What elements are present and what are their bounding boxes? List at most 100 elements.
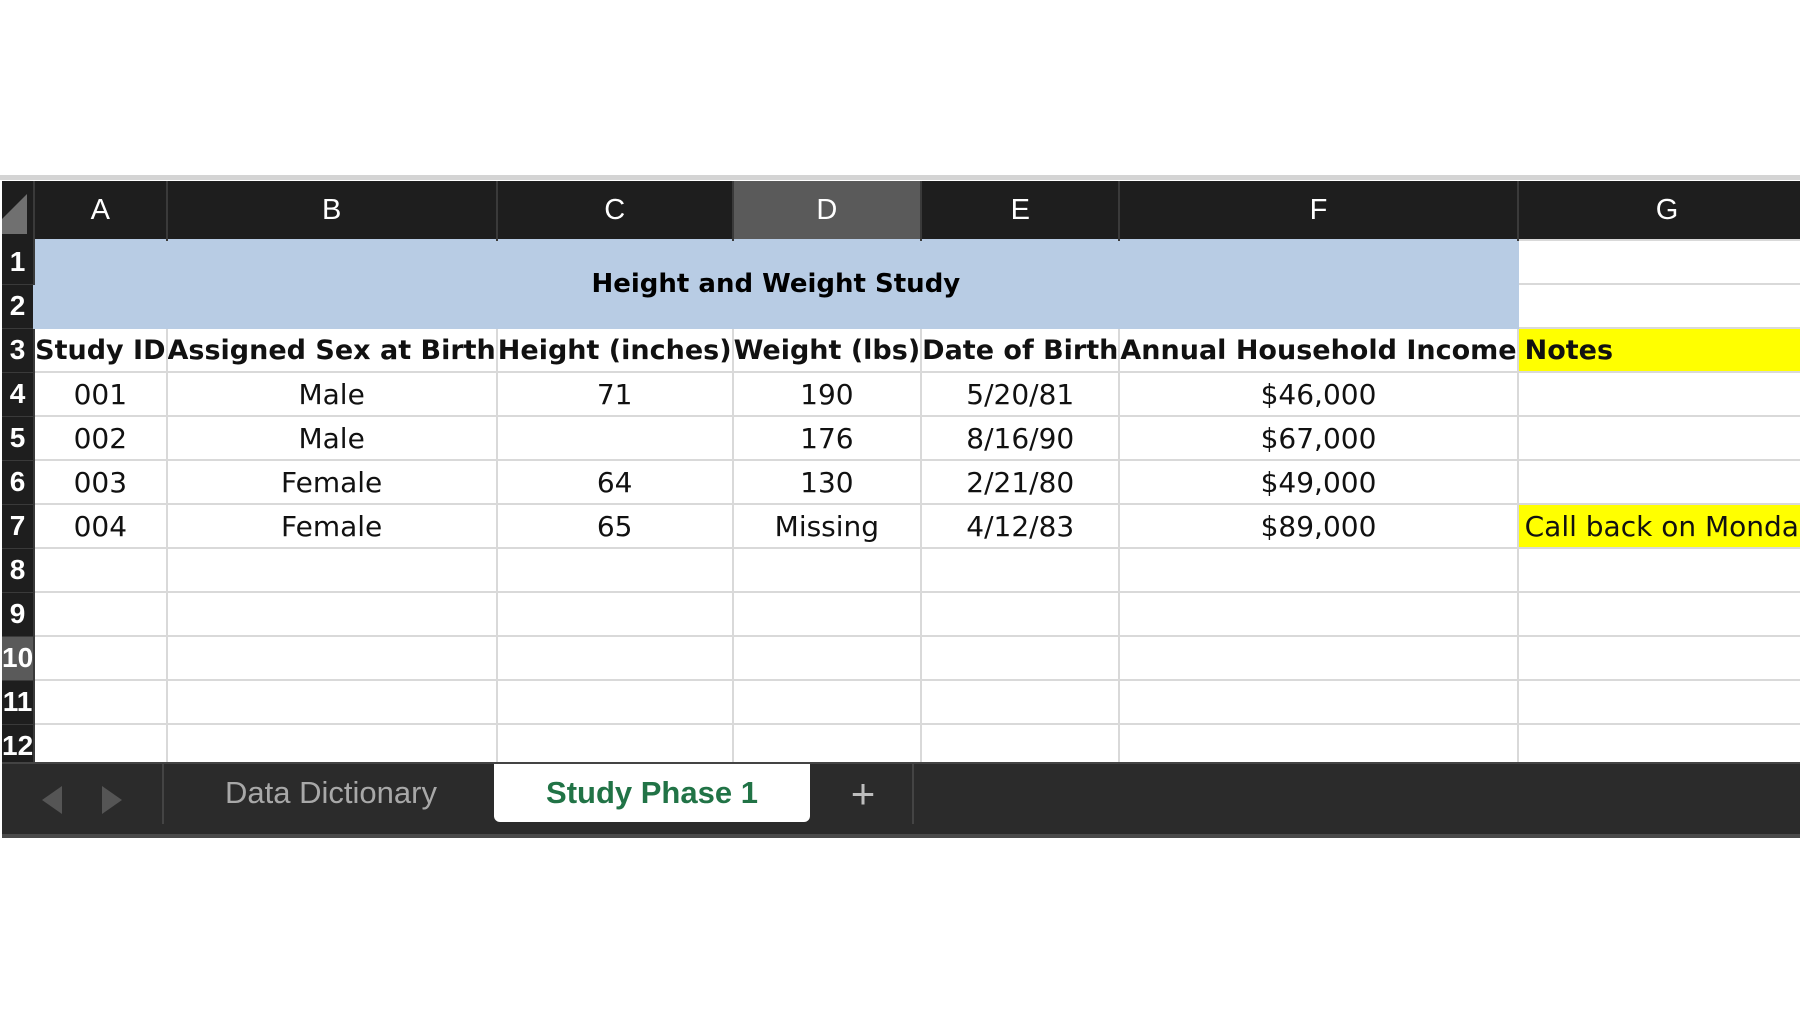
ribbon-divider — [0, 175, 1800, 180]
cell-empty[interactable] — [165, 635, 498, 681]
row-header-8[interactable]: 8 — [2, 548, 36, 593]
header-weight[interactable]: Weight (lbs) — [731, 327, 923, 373]
cell-g2[interactable] — [1516, 283, 1800, 329]
column-header-d[interactable]: D — [732, 181, 923, 240]
cell-b5[interactable]: Male — [165, 415, 498, 461]
cell-g5[interactable] — [1516, 415, 1800, 461]
column-header-a[interactable]: A — [34, 181, 168, 240]
cell-g6[interactable] — [1516, 459, 1800, 505]
header-sex[interactable]: Assigned Sex at Birth — [165, 327, 498, 373]
cell-a7[interactable]: 004 — [33, 503, 168, 549]
row-header-4[interactable]: 4 — [2, 372, 36, 417]
triangle-left-icon[interactable] — [42, 786, 62, 814]
row-header-7[interactable]: 7 — [2, 504, 36, 549]
row-header-9[interactable]: 9 — [2, 592, 36, 637]
cell-c6[interactable]: 64 — [495, 459, 734, 505]
cell-e4[interactable]: 5/20/81 — [920, 371, 1121, 417]
cell-empty[interactable] — [33, 547, 168, 593]
cell-c7[interactable]: 65 — [495, 503, 734, 549]
cell-b7[interactable]: Female — [165, 503, 498, 549]
empty-row: 10 — [2, 635, 1800, 681]
cell-d5[interactable]: 176 — [731, 415, 923, 461]
tab-data-dictionary[interactable]: Data Dictionary — [166, 764, 496, 822]
cell-empty[interactable] — [1516, 635, 1800, 681]
cell-empty[interactable] — [1118, 591, 1519, 637]
cell-empty[interactable] — [165, 679, 498, 725]
table-row: 7 004 Female 65 Missing 4/12/83 $89,000 … — [2, 503, 1800, 549]
cell-g7-note[interactable]: Call back on Monday — [1516, 503, 1800, 549]
row-header-11[interactable]: 11 — [2, 680, 36, 725]
cell-b4[interactable]: Male — [165, 371, 498, 417]
header-dob[interactable]: Date of Birth — [920, 327, 1121, 373]
header-notes[interactable]: Notes — [1516, 327, 1800, 373]
select-all-corner[interactable] — [2, 181, 36, 240]
cell-e5[interactable]: 8/16/90 — [920, 415, 1121, 461]
cell-empty[interactable] — [495, 591, 734, 637]
cell-empty[interactable] — [1118, 547, 1519, 593]
cell-g4[interactable] — [1516, 371, 1800, 417]
row-header-6[interactable]: 6 — [2, 460, 36, 505]
cell-f7[interactable]: $89,000 — [1118, 503, 1519, 549]
table-row: 6 003 Female 64 130 2/21/80 $49,000 — [2, 459, 1800, 505]
cell-empty[interactable] — [920, 547, 1121, 593]
cell-c5[interactable] — [495, 415, 734, 461]
cell-empty[interactable] — [1118, 679, 1519, 725]
cell-f6[interactable]: $49,000 — [1118, 459, 1519, 505]
cell-empty[interactable] — [731, 635, 923, 681]
column-header-e[interactable]: E — [921, 181, 1121, 240]
empty-row: 11 — [2, 679, 1800, 725]
cell-empty[interactable] — [165, 591, 498, 637]
header-height[interactable]: Height (inches) — [495, 327, 734, 373]
cell-a5[interactable]: 002 — [33, 415, 168, 461]
cell-empty[interactable] — [495, 679, 734, 725]
cell-empty[interactable] — [495, 635, 734, 681]
cell-empty[interactable] — [1516, 591, 1800, 637]
cell-d7[interactable]: Missing — [731, 503, 923, 549]
cell-empty[interactable] — [165, 547, 498, 593]
cell-empty[interactable] — [731, 591, 923, 637]
column-header-f[interactable]: F — [1119, 181, 1519, 240]
cell-empty[interactable] — [33, 591, 168, 637]
column-header-b[interactable]: B — [166, 181, 498, 240]
row-header-5[interactable]: 5 — [2, 416, 36, 461]
row-header-3[interactable]: 3 — [2, 328, 36, 373]
column-header-row: A B C D E F G — [2, 181, 1800, 240]
cell-empty[interactable] — [1516, 547, 1800, 593]
header-study-id[interactable]: Study ID — [33, 327, 168, 373]
cell-f5[interactable]: $67,000 — [1118, 415, 1519, 461]
table-row: 4 001 Male 71 190 5/20/81 $46,000 — [2, 371, 1800, 417]
triangle-right-icon[interactable] — [102, 786, 122, 814]
cell-f4[interactable]: $46,000 — [1118, 371, 1519, 417]
plus-icon[interactable]: + — [838, 764, 888, 824]
cell-a6[interactable]: 003 — [33, 459, 168, 505]
sheet-title-cell[interactable]: Height and Weight Study — [33, 239, 1519, 329]
cell-empty[interactable] — [495, 547, 734, 593]
cell-e6[interactable]: 2/21/80 — [920, 459, 1121, 505]
cell-empty[interactable] — [731, 679, 923, 725]
header-income[interactable]: Annual Household Income — [1118, 327, 1519, 373]
cell-d6[interactable]: 130 — [731, 459, 923, 505]
table-row: 5 002 Male 176 8/16/90 $67,000 — [2, 415, 1800, 461]
cell-empty[interactable] — [731, 547, 923, 593]
cell-b6[interactable]: Female — [165, 459, 498, 505]
column-header-g[interactable]: G — [1517, 181, 1800, 240]
cell-e7[interactable]: 4/12/83 — [920, 503, 1121, 549]
cell-empty[interactable] — [33, 679, 168, 725]
cell-c4[interactable]: 71 — [495, 371, 734, 417]
column-header-c[interactable]: C — [496, 181, 734, 240]
cell-empty[interactable] — [1516, 679, 1800, 725]
row-header-1[interactable]: 1 — [2, 240, 36, 285]
cell-a4[interactable]: 001 — [33, 371, 168, 417]
row-header-2[interactable]: 2 — [2, 284, 36, 329]
cell-empty[interactable] — [920, 635, 1121, 681]
cell-g1[interactable] — [1516, 239, 1800, 285]
cell-empty[interactable] — [920, 679, 1121, 725]
cell-empty[interactable] — [920, 591, 1121, 637]
tab-study-phase-1[interactable]: Study Phase 1 — [494, 764, 810, 822]
row-header-10[interactable]: 10 — [2, 636, 36, 681]
spreadsheet-grid: A B C D E F G 1 Height and Weight Study … — [2, 181, 1800, 769]
cell-d4[interactable]: 190 — [731, 371, 923, 417]
cell-empty[interactable] — [1118, 635, 1519, 681]
tab-divider — [162, 764, 164, 824]
cell-empty[interactable] — [33, 635, 168, 681]
